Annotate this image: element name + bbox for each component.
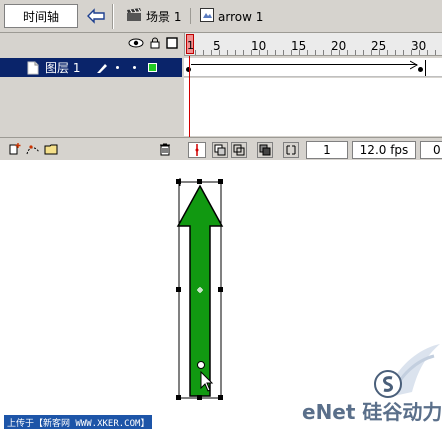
- clapper-icon: [126, 8, 142, 25]
- frame-ruler[interactable]: 5 10 15 20 25 30: [184, 33, 442, 56]
- watermark-text: eNet 硅谷动力: [302, 400, 442, 424]
- modify-onion-markers-icon[interactable]: [283, 142, 299, 158]
- layer-row[interactable]: 图层 1: [0, 58, 182, 77]
- outline-icon[interactable]: [166, 37, 178, 52]
- timeline-panel: 5 10 15 20 25 30 1 图层 1 1 12.0 fps 0: [0, 33, 442, 160]
- transform-point[interactable]: [197, 361, 205, 369]
- timeline-toolbar: 1 12.0 fps 0: [0, 137, 442, 160]
- layer-page-icon: [26, 61, 40, 75]
- edit-multiple-frames-icon[interactable]: [257, 142, 273, 158]
- elapsed-time-field[interactable]: 0: [420, 141, 442, 159]
- frames-row[interactable]: [184, 58, 442, 77]
- current-frame-field[interactable]: 1: [306, 141, 348, 159]
- breadcrumb-scene[interactable]: 场景 1: [126, 8, 181, 25]
- breadcrumb-divider: [190, 8, 191, 24]
- keyframe-end[interactable]: [418, 67, 423, 72]
- frame-rate-field[interactable]: 12.0 fps: [352, 141, 416, 159]
- back-arrow-icon[interactable]: [84, 5, 108, 27]
- trash-icon[interactable]: [158, 142, 172, 159]
- breadcrumb-symbol[interactable]: arrow 1: [200, 8, 263, 25]
- graphic-symbol-icon: [200, 8, 214, 25]
- symbol-label: arrow 1: [218, 9, 264, 24]
- upload-credit: 上传于【新客网 WWW.XKER.COM】: [4, 415, 153, 429]
- onion-outline-icon[interactable]: [231, 142, 247, 158]
- add-guide-layer-icon[interactable]: [25, 142, 41, 159]
- edit-bar: 时间轴 场景 1 arrow 1: [0, 0, 442, 33]
- timeline-toggle-button[interactable]: 时间轴: [4, 4, 78, 28]
- toolbar-divider: [112, 4, 114, 29]
- ruler-number: 1: [187, 39, 194, 52]
- scene-label: 场景 1: [146, 10, 182, 24]
- playhead[interactable]: 1: [186, 34, 194, 54]
- pencil-icon: [96, 62, 108, 74]
- center-frame-icon[interactable]: [188, 142, 206, 158]
- tween-arrowhead-icon: [409, 60, 419, 73]
- frame-end-marker: [425, 60, 426, 76]
- outline-color-square[interactable]: [148, 63, 158, 72]
- enet-watermark: eNet 硅谷动力: [300, 336, 442, 432]
- layer-name[interactable]: 图层 1: [45, 59, 80, 76]
- lock-dot-icon[interactable]: [133, 66, 137, 69]
- empty-frames-area[interactable]: [184, 78, 442, 136]
- visible-dot-icon[interactable]: [116, 66, 120, 69]
- eye-icon[interactable]: [128, 38, 144, 51]
- motion-tween-arrow: [191, 64, 417, 72]
- add-folder-icon[interactable]: [44, 142, 60, 159]
- onion-skin-icon[interactable]: [212, 142, 228, 158]
- add-layer-icon[interactable]: [8, 142, 22, 159]
- layer-header: [0, 33, 182, 56]
- lock-icon[interactable]: [150, 37, 160, 52]
